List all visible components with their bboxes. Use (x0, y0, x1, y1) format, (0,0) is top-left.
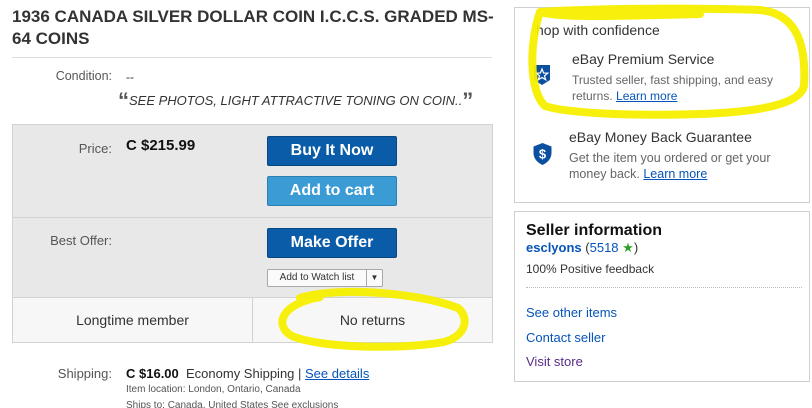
longtime-member-label: Longtime member (76, 312, 189, 328)
add-to-cart-button[interactable]: Add to cart (267, 176, 397, 206)
listing-title: 1936 CANADA SILVER DOLLAR COIN I.C.C.S. … (12, 7, 494, 48)
condition-quote-text: SEE PHOTOS, LIGHT ATTRACTIVE TONING ON C… (129, 93, 463, 108)
make-offer-button[interactable]: Make Offer (267, 228, 397, 258)
premium-service-desc: Trusted seller, fast shipping, and easy … (572, 72, 796, 104)
best-offer-label: Best Offer: (50, 233, 112, 248)
shield-dollar-icon: $ (533, 143, 552, 165)
caret-down-icon[interactable]: ▼ (366, 270, 382, 286)
add-to-watch-list-button[interactable]: Add to Watch list (268, 270, 366, 286)
score-open-paren: ( (581, 240, 590, 255)
close-quote-icon: ” (462, 88, 474, 113)
see-details-link[interactable]: See details (305, 366, 369, 381)
premium-service-title: eBay Premium Service (572, 51, 715, 67)
money-back-title: eBay Money Back Guarantee (569, 129, 752, 145)
shipping-method: Economy Shipping | See details (186, 366, 369, 381)
shipping-label: Shipping: (57, 366, 112, 381)
seller-name-link[interactable]: esclyons (526, 240, 582, 255)
title-divider (12, 57, 492, 58)
condition-quote: “SEE PHOTOS, LIGHT ATTRACTIVE TONING ON … (118, 88, 473, 114)
seller-divider (526, 287, 802, 288)
shipping-cost: C $16.00 (126, 366, 179, 381)
shipping-method-text: Economy Shipping | (186, 366, 305, 381)
visit-store-link[interactable]: Visit store (526, 354, 583, 369)
see-other-items-link[interactable]: See other items (526, 305, 617, 320)
green-star-icon: ★ (622, 240, 634, 255)
condition-value: -- (126, 70, 134, 84)
star-badge-icon (534, 65, 550, 85)
svg-text:$: $ (539, 147, 547, 162)
watch-list-control: Add to Watch list ▼ (267, 269, 383, 287)
seller-title: Seller information (526, 222, 663, 239)
feedback-score-link[interactable]: 5518 (590, 240, 619, 255)
item-location: Item location: London, Ontario, Canada (126, 384, 301, 395)
confidence-title: hop with confidence (536, 22, 660, 38)
condition-label: Condition: (55, 69, 112, 83)
seller-line: esclyons (5518 ★) (526, 240, 638, 256)
price-label: Price: (78, 141, 112, 156)
money-back-desc: Get the item you ordered or get your mon… (569, 150, 801, 182)
buy-it-now-button[interactable]: Buy It Now (267, 136, 397, 166)
premium-learn-more-link[interactable]: Learn more (616, 89, 677, 103)
ships-to: Ships to: Canada, United States See excl… (126, 400, 339, 408)
open-quote-icon: “ (118, 88, 129, 113)
buy-box-divider (12, 217, 493, 218)
price-value: C $215.99 (126, 137, 196, 154)
money-back-learn-more-link[interactable]: Learn more (643, 167, 707, 181)
positive-feedback: 100% Positive feedback (526, 262, 655, 276)
no-returns-label: No returns (339, 312, 406, 328)
score-close-paren: ) (633, 240, 639, 255)
contact-seller-link[interactable]: Contact seller (526, 330, 605, 345)
